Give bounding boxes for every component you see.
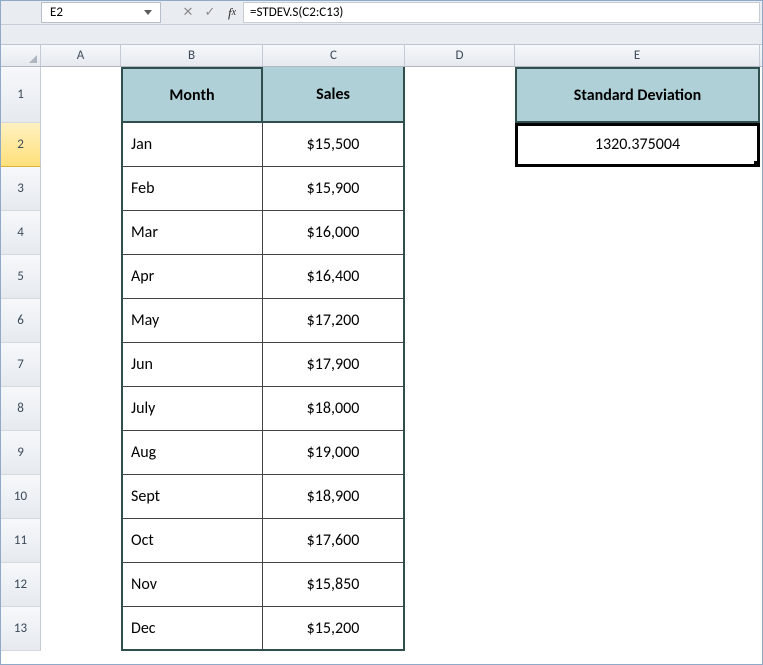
row-header[interactable]: 5 bbox=[1, 255, 41, 299]
ribbon-spacer bbox=[1, 25, 762, 45]
cell[interactable] bbox=[405, 343, 515, 387]
cell-sales[interactable]: $17,900 bbox=[263, 343, 405, 387]
cell-sales[interactable]: $15,900 bbox=[263, 167, 405, 211]
row-header[interactable]: 6 bbox=[1, 299, 41, 343]
cell[interactable] bbox=[405, 475, 515, 519]
col-header-C[interactable]: C bbox=[263, 45, 405, 66]
col-header-B[interactable]: B bbox=[121, 45, 263, 66]
row-header[interactable]: 11 bbox=[1, 519, 41, 563]
formula-input[interactable]: =STDEV.S(C2:C13) bbox=[243, 2, 760, 23]
cell-month[interactable]: Sept bbox=[121, 475, 263, 519]
header-sales[interactable]: Sales bbox=[263, 67, 405, 123]
chevron-down-icon[interactable] bbox=[144, 10, 152, 15]
row-header[interactable]: 4 bbox=[1, 211, 41, 255]
cell-month[interactable]: Feb bbox=[121, 167, 263, 211]
cell[interactable] bbox=[515, 211, 760, 255]
cell-month[interactable]: Oct bbox=[121, 519, 263, 563]
col-header-E[interactable]: E bbox=[515, 45, 760, 66]
cell[interactable] bbox=[41, 167, 121, 211]
select-all-corner[interactable] bbox=[1, 45, 41, 66]
name-box[interactable]: E2 bbox=[41, 2, 161, 23]
cell[interactable] bbox=[515, 255, 760, 299]
cells-area: Month Sales Standard Deviation Jan $15,5… bbox=[41, 67, 760, 651]
cell-sales[interactable]: $17,600 bbox=[263, 519, 405, 563]
cell[interactable] bbox=[515, 343, 760, 387]
cell[interactable] bbox=[515, 607, 760, 651]
cell[interactable] bbox=[41, 519, 121, 563]
cell[interactable] bbox=[41, 211, 121, 255]
cell[interactable] bbox=[405, 211, 515, 255]
cell-sales[interactable]: $16,400 bbox=[263, 255, 405, 299]
cell-stdev[interactable]: 1320.375004 bbox=[515, 123, 760, 167]
cell-sales[interactable]: $15,200 bbox=[263, 607, 405, 651]
row-header[interactable]: 9 bbox=[1, 431, 41, 475]
cell[interactable] bbox=[405, 387, 515, 431]
cell[interactable] bbox=[515, 387, 760, 431]
cell-sales[interactable]: $15,850 bbox=[263, 563, 405, 607]
cell-month[interactable]: Mar bbox=[121, 211, 263, 255]
cell-month[interactable]: Dec bbox=[121, 607, 263, 651]
header-stdev[interactable]: Standard Deviation bbox=[515, 67, 760, 123]
name-box-value: E2 bbox=[50, 5, 63, 20]
cell[interactable] bbox=[41, 387, 121, 431]
column-headers: A B C D E bbox=[1, 45, 762, 67]
cell-month[interactable]: Apr bbox=[121, 255, 263, 299]
excel-window: E2 ✕ ✓ fx =STDEV.S(C2:C13) A B C D E 1 2… bbox=[0, 0, 763, 665]
formula-bar: E2 ✕ ✓ fx =STDEV.S(C2:C13) bbox=[1, 1, 762, 25]
header-month[interactable]: Month bbox=[121, 67, 263, 123]
cell-month[interactable]: Jan bbox=[121, 123, 263, 167]
cell[interactable] bbox=[405, 563, 515, 607]
cell-month[interactable]: July bbox=[121, 387, 263, 431]
cell[interactable] bbox=[515, 431, 760, 475]
spreadsheet-grid[interactable]: A B C D E 1 2 3 4 5 6 7 8 9 10 11 12 13 bbox=[1, 45, 762, 651]
cell[interactable] bbox=[515, 563, 760, 607]
cell-sales[interactable]: $16,000 bbox=[263, 211, 405, 255]
row-header[interactable]: 8 bbox=[1, 387, 41, 431]
cell[interactable] bbox=[405, 255, 515, 299]
cell[interactable] bbox=[41, 563, 121, 607]
row-header[interactable]: 12 bbox=[1, 563, 41, 607]
cell[interactable] bbox=[405, 299, 515, 343]
cell[interactable] bbox=[41, 607, 121, 651]
row-header[interactable]: 10 bbox=[1, 475, 41, 519]
cell[interactable] bbox=[41, 255, 121, 299]
cell[interactable] bbox=[405, 67, 515, 123]
col-header-D[interactable]: D bbox=[405, 45, 515, 66]
cell[interactable] bbox=[41, 431, 121, 475]
cell[interactable] bbox=[41, 343, 121, 387]
row-headers: 1 2 3 4 5 6 7 8 9 10 11 12 13 bbox=[1, 67, 41, 651]
enter-formula-icon: ✓ bbox=[199, 1, 221, 24]
cell-sales[interactable]: $19,000 bbox=[263, 431, 405, 475]
row-header[interactable]: 7 bbox=[1, 343, 41, 387]
cell[interactable] bbox=[515, 475, 760, 519]
cell-month[interactable]: Jun bbox=[121, 343, 263, 387]
cell-month[interactable]: Aug bbox=[121, 431, 263, 475]
cell-month[interactable]: Nov bbox=[121, 563, 263, 607]
cell[interactable] bbox=[515, 519, 760, 563]
row-header[interactable]: 3 bbox=[1, 167, 41, 211]
cell[interactable] bbox=[41, 475, 121, 519]
cell[interactable] bbox=[515, 299, 760, 343]
cell[interactable] bbox=[405, 167, 515, 211]
cell[interactable] bbox=[41, 299, 121, 343]
row-header[interactable]: 2 bbox=[1, 123, 41, 167]
cell[interactable] bbox=[405, 519, 515, 563]
cell[interactable] bbox=[405, 607, 515, 651]
cell[interactable] bbox=[405, 431, 515, 475]
cell[interactable] bbox=[41, 123, 121, 167]
cell[interactable] bbox=[41, 67, 121, 123]
cell-sales[interactable]: $18,900 bbox=[263, 475, 405, 519]
cell[interactable] bbox=[515, 167, 760, 211]
cancel-formula-icon: ✕ bbox=[177, 1, 199, 24]
cell[interactable] bbox=[405, 123, 515, 167]
cell-month[interactable]: May bbox=[121, 299, 263, 343]
insert-function-button[interactable]: fx bbox=[221, 1, 243, 24]
col-header-A[interactable]: A bbox=[41, 45, 121, 66]
cell-sales[interactable]: $15,500 bbox=[263, 123, 405, 167]
row-header[interactable]: 13 bbox=[1, 607, 41, 651]
cell-sales[interactable]: $17,200 bbox=[263, 299, 405, 343]
row-header[interactable]: 1 bbox=[1, 67, 41, 123]
formula-text: =STDEV.S(C2:C13) bbox=[250, 5, 343, 20]
cell-sales[interactable]: $18,000 bbox=[263, 387, 405, 431]
